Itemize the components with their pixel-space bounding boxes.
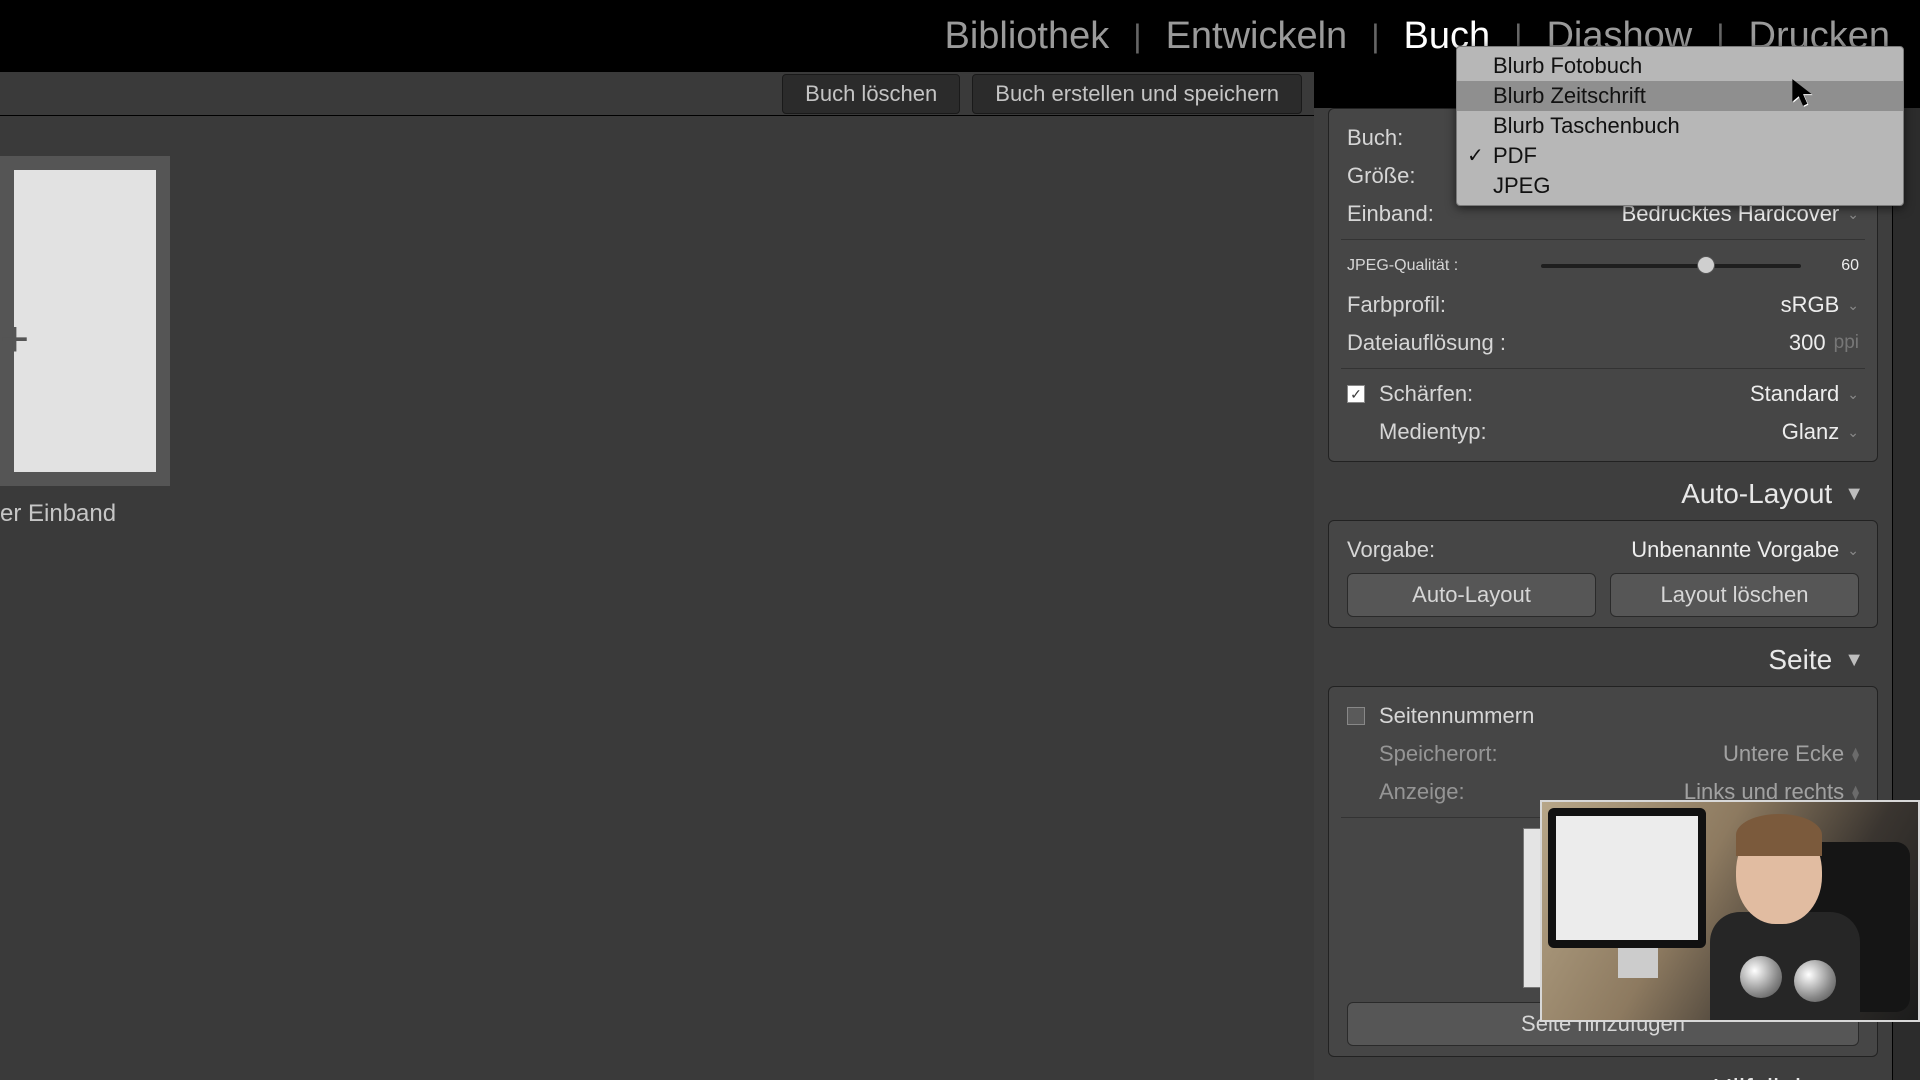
chevron-icon: ⌄ [1847, 206, 1859, 223]
chevron-icon: ⌄ [1847, 542, 1859, 559]
auto-layout-header[interactable]: Auto-Layout▼ [1314, 468, 1892, 520]
resolution-label: Dateiauflösung : [1347, 330, 1506, 356]
webcam-overlay [1540, 800, 1920, 1022]
mouse-cursor-icon [1790, 78, 1814, 113]
media-label: Medientyp: [1347, 419, 1487, 445]
sharpen-select[interactable]: Standard⌄ [1750, 381, 1859, 407]
page-location-label: Speicherort: [1347, 741, 1498, 767]
nav-separator: | [1371, 18, 1379, 55]
nav-library[interactable]: Bibliothek [944, 15, 1109, 58]
page-header[interactable]: Seite▼ [1314, 634, 1892, 686]
chevron-icon: ⌄ [1847, 386, 1859, 403]
book-canvas[interactable]: + er Einband [0, 116, 1314, 1080]
slider-thumb[interactable] [1697, 256, 1715, 274]
page-location-select: Untere Ecke⧫ [1723, 741, 1859, 767]
plus-icon: + [0, 310, 29, 368]
dropdown-item[interactable]: Blurb Fotobuch [1457, 51, 1903, 81]
book-type-dropdown[interactable]: Blurb FotobuchBlurb ZeitschriftBlurb Tas… [1456, 46, 1904, 206]
preset-select[interactable]: Unbenannte Vorgabe⌄ [1631, 537, 1859, 563]
checkbox-icon: ✓ [1347, 385, 1365, 403]
size-label: Größe: [1347, 163, 1415, 189]
disclosure-icon: ▼ [1844, 649, 1864, 672]
page-numbers-checkbox[interactable]: Seitennummern [1347, 703, 1534, 729]
dropdown-item[interactable]: Blurb Taschenbuch [1457, 111, 1903, 141]
book-type-label: Buch: [1347, 125, 1403, 151]
delete-book-button[interactable]: Buch löschen [782, 74, 960, 114]
chevron-icon: ⧫ [1852, 746, 1859, 763]
chevron-icon: ⧫ [1852, 784, 1859, 801]
media-select[interactable]: Glanz⌄ [1782, 419, 1859, 445]
checkbox-icon [1347, 707, 1365, 725]
chevron-icon: ⌄ [1847, 297, 1859, 314]
jpeg-quality-row: JPEG-Qualität : 60 [1347, 246, 1859, 286]
auto-layout-button[interactable]: Auto-Layout [1347, 573, 1596, 617]
jpeg-quality-slider[interactable] [1541, 264, 1801, 268]
cover-label: Einband: [1347, 201, 1434, 227]
jpeg-quality-label: JPEG-Qualität : [1347, 257, 1527, 275]
cover-caption: er Einband [0, 500, 116, 528]
book-toolbar: Buch löschen Buch erstellen und speicher… [0, 72, 1314, 116]
clear-layout-button[interactable]: Layout löschen [1610, 573, 1859, 617]
create-book-button[interactable]: Buch erstellen und speichern [972, 74, 1302, 114]
disclosure-icon: ▼ [1844, 483, 1864, 506]
dropdown-item[interactable]: JPEG [1457, 171, 1903, 201]
page-display-label: Anzeige: [1347, 779, 1465, 805]
chevron-icon: ⌄ [1847, 424, 1859, 441]
jpeg-quality-value[interactable]: 60 [1815, 257, 1859, 275]
color-profile-select[interactable]: sRGB⌄ [1781, 292, 1859, 318]
dropdown-item[interactable]: ✓PDF [1457, 141, 1903, 171]
sharpen-checkbox[interactable]: ✓Schärfen: [1347, 381, 1473, 407]
color-profile-label: Farbprofil: [1347, 292, 1446, 318]
nav-separator: | [1133, 18, 1141, 55]
auto-layout-card: Vorgabe: Unbenannte Vorgabe⌄ Auto-Layout… [1328, 520, 1878, 628]
guides-header[interactable]: Hilfslinien▼ [1314, 1063, 1892, 1080]
cover-page-thumb[interactable]: + [0, 156, 170, 486]
dropdown-item[interactable]: Blurb Zeitschrift [1457, 81, 1903, 111]
preset-label: Vorgabe: [1347, 537, 1435, 563]
nav-develop[interactable]: Entwickeln [1166, 15, 1348, 58]
resolution-value[interactable]: 300ppi [1789, 330, 1859, 356]
